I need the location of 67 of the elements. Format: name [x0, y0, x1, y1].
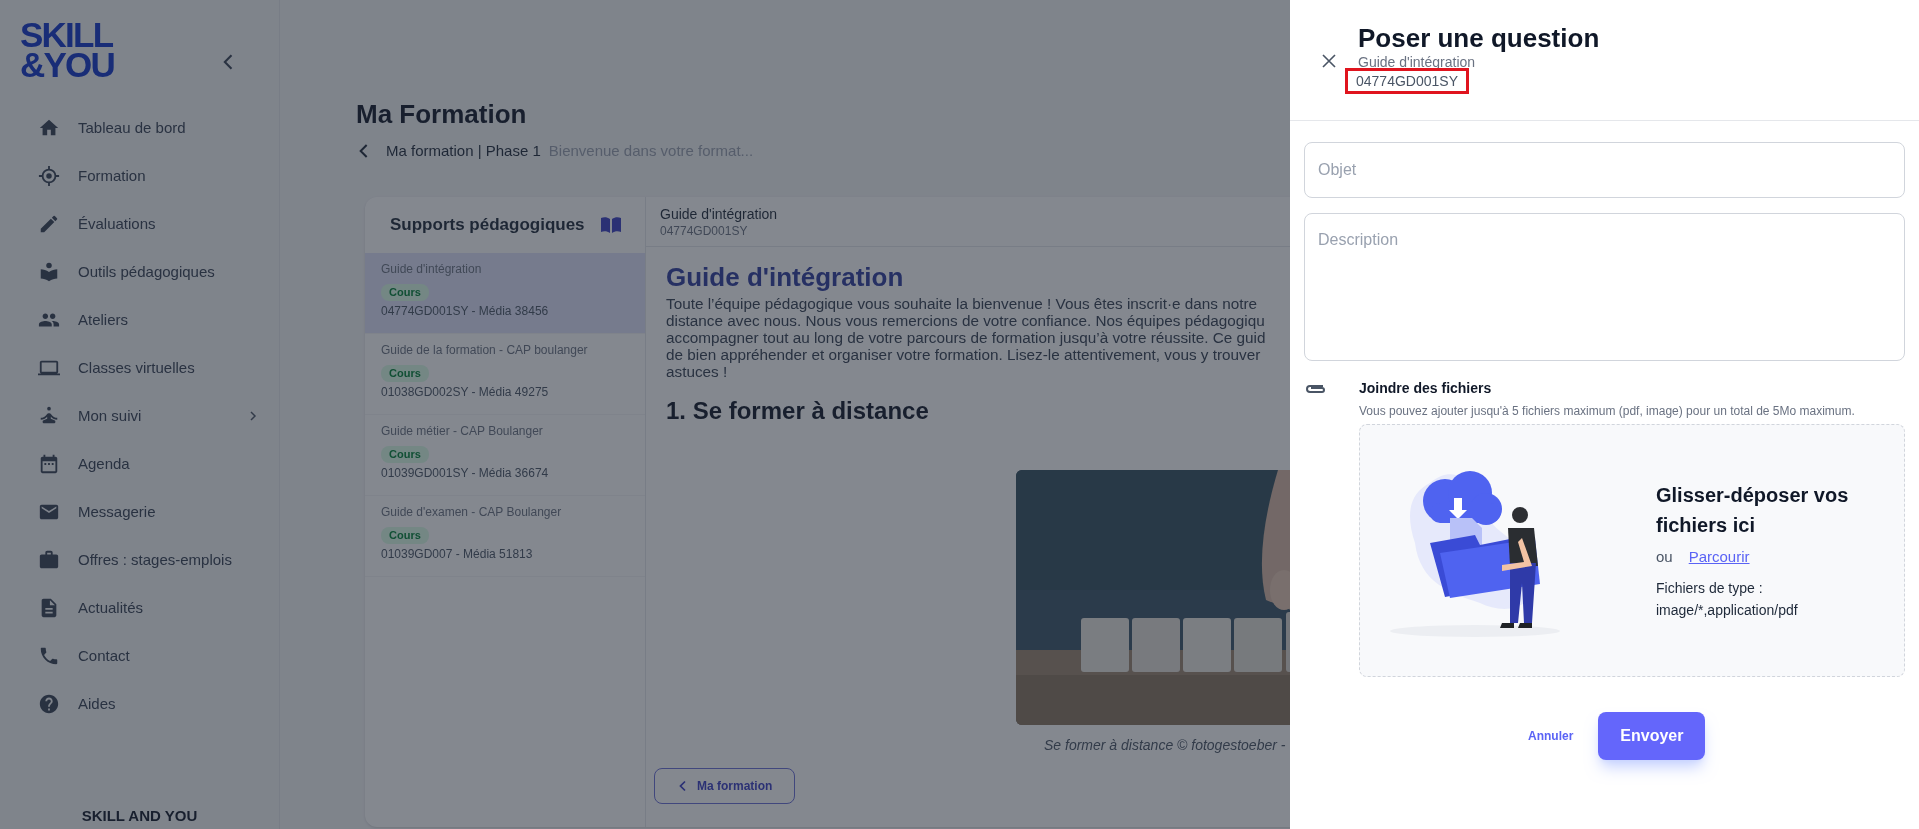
calendar-icon — [38, 453, 60, 475]
attachments-title: Joindre des fichiers — [1359, 379, 1493, 398]
attachments-hint: Vous pouvez ajouter jusqu'à 5 fichiers maximum (pdf, image) pour un total de 5Mo maximum. — [1359, 403, 1856, 420]
item-reference: 01038GD002SY - Média 49275 — [381, 383, 549, 400]
nav-item[interactable]: Messagerie — [38, 488, 259, 536]
document-reference: 04774GD001SY — [660, 222, 749, 239]
reference-code: 04774GD001SY — [1348, 71, 1466, 91]
image-caption: Se former à distance © fotogestoeber - — [1044, 735, 1286, 755]
logo[interactable]: SKILL &YOU — [20, 20, 115, 80]
nav-item[interactable]: Formation — [38, 152, 259, 200]
support-item[interactable]: Guide de la formation - CAP boulanger Cours 01038GD002SY - Média 49275 — [365, 333, 645, 415]
type-badge: Cours — [381, 526, 429, 544]
nav-item[interactable]: Ateliers — [38, 296, 259, 344]
dropzone-title: Glisser-déposer vos fichiers ici — [1656, 483, 1850, 539]
nav-item[interactable]: Aides — [38, 680, 259, 728]
panel-title: Supports pédagogiques — [390, 213, 585, 236]
back-button[interactable]: Ma formation — [654, 767, 796, 804]
browse-link[interactable]: Parcourir — [1688, 546, 1750, 569]
cancel-button[interactable]: Annuler — [1525, 723, 1577, 749]
section-heading: 1. Se former à distance — [666, 395, 929, 426]
drawer-subtitle: Guide d'intégration — [1358, 54, 1477, 70]
nav-item[interactable]: Mon suivi — [38, 392, 259, 440]
page-title: Ma Formation — [356, 98, 528, 130]
nav-item[interactable]: Contact — [38, 632, 259, 680]
item-title: Guide métier - CAP Boulanger — [381, 422, 543, 439]
footer-brand: SKILL AND YOU — [80, 805, 199, 826]
drawer-title: Poser une question — [1358, 22, 1600, 54]
subject-field[interactable]: Objet — [1304, 142, 1905, 198]
paragraph-line: astuces ! — [666, 362, 728, 380]
document-heading: Guide d'intégration — [666, 260, 905, 293]
nav-item[interactable]: Agenda — [38, 440, 259, 488]
item-reference: 01039GD007 - Média 51813 — [381, 545, 533, 562]
support-item[interactable]: Guide d'examen - CAP Boulanger Cours 01039GD007 - Média 51813 — [365, 495, 645, 577]
pencil-icon — [38, 213, 60, 235]
help-icon — [38, 693, 60, 715]
paragraph-line: Toute l’équipe pédagogique vous souhaite la bienvenue ! Vous êtes inscrit·e dans notre — [666, 294, 1258, 312]
description-field[interactable]: Description — [1304, 213, 1905, 361]
item-title: Guide de la formation - CAP boulanger — [381, 341, 588, 358]
nav-item[interactable]: Classes virtuelles — [38, 344, 259, 392]
nav-item[interactable]: Offres : stages-emplois — [38, 536, 259, 584]
type-badge: Cours — [381, 364, 429, 382]
target-icon — [38, 165, 60, 187]
phone-icon — [38, 645, 60, 667]
paragraph-line: accompagner tout au long de votre parcours de formation jusqu’à votre réussite. Ce guid — [666, 328, 1266, 346]
reader-icon — [38, 261, 60, 283]
item-reference: 01039GD001SY - Média 36674 — [381, 464, 549, 481]
close-icon[interactable] — [1320, 52, 1338, 70]
paragraph-line: distance avec nous. Nous vous remercions de votre confiance. Nos équipes pédagogiqu — [666, 311, 1265, 329]
file-types-label: Fichiers de type : — [1656, 578, 1764, 598]
type-badge: Cours — [381, 445, 429, 463]
submit-button[interactable]: Envoyer — [1598, 712, 1706, 760]
type-badge: Cours — [381, 283, 429, 301]
nav-item[interactable]: Outils pédagogiques — [38, 248, 259, 296]
nav-item[interactable]: Évaluations — [38, 200, 259, 248]
dropzone[interactable]: Glisser-déposer vos fichiers ici ou Parcourir Fichiers de type : image/*,application/pdf — [1359, 424, 1905, 677]
nav-item[interactable]: Actualités — [38, 584, 259, 632]
or-label: ou — [1656, 547, 1673, 568]
briefcase-icon — [38, 549, 60, 571]
nav-item[interactable]: Tableau de bord — [38, 104, 259, 152]
file-types: image/*,application/pdf — [1656, 600, 1799, 620]
breadcrumb[interactable]: Ma formation | Phase 1 — [386, 140, 541, 163]
paragraph-line: de bien appréhender et organiser votre formation. Lisez-le attentivement, vous y trouver — [666, 345, 1261, 363]
document-title: Guide d'intégration — [660, 204, 779, 223]
paperclip-icon — [1304, 382, 1326, 396]
support-item[interactable]: Guide métier - CAP Boulanger Cours 01039GD001SY - Média 36674 — [365, 414, 645, 496]
item-reference: 04774GD001SY - Média 38456 — [381, 302, 549, 319]
item-title: Guide d'examen - CAP Boulanger — [381, 503, 562, 520]
